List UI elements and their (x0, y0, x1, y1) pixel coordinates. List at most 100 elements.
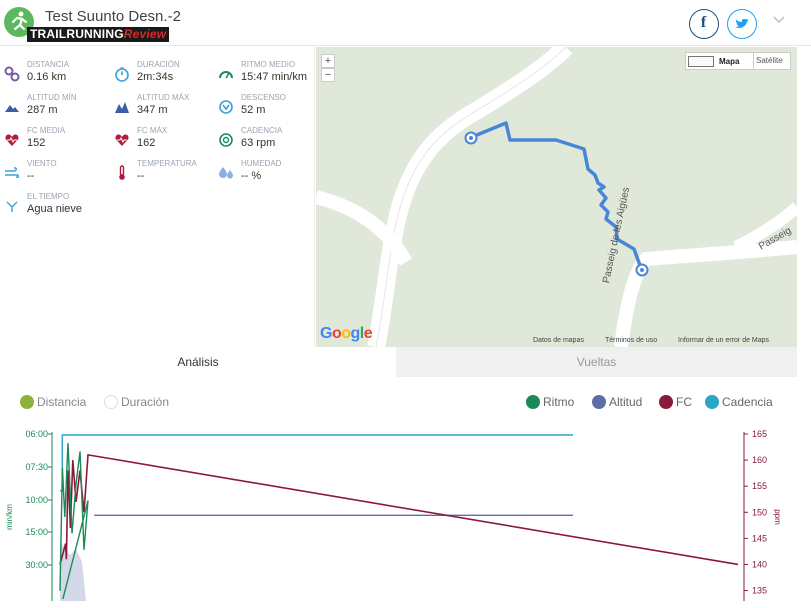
google-logo-letter: e (363, 325, 373, 342)
google-logo-letter: g (350, 325, 361, 342)
stat-label: DISTANCIA (27, 60, 70, 69)
logo-accent: Review (123, 27, 167, 41)
road-passeig (614, 240, 797, 347)
stat-label: ALTITUD MÁX (137, 93, 190, 102)
stat-value: 287 m (27, 104, 58, 116)
stat-weather-snow: EL TIEMPO Agua nieve (0, 192, 105, 222)
left-tick-label: 15:00 (25, 527, 48, 537)
map-type-map[interactable]: Mapa (719, 57, 739, 66)
stat-value: Agua nieve (27, 203, 83, 215)
left-tick-label: 06:00 (25, 429, 48, 439)
stat-mountain-high: ALTITUD MÁX 347 m (110, 93, 215, 123)
stat-label: FC MEDIA (27, 126, 66, 135)
pace-gauge-icon (219, 71, 233, 79)
wind-icon (5, 167, 20, 178)
route-start-dot (469, 136, 473, 140)
stat-heart-pulse: FC MÁX 162 (110, 126, 215, 156)
facebook-icon: f (700, 14, 707, 31)
analysis-panel: Distancia Duración Ritmo Altitud FC Cade… (0, 377, 797, 608)
stat-value: -- % (241, 170, 262, 182)
route-map[interactable]: + − Mapa Satélite Passeig de les Aigües … (316, 47, 797, 347)
mountain-high-icon (115, 102, 129, 113)
map-type-toggle[interactable] (688, 56, 714, 67)
left-tick-label: 07:30 (25, 462, 48, 472)
stats-panel: DISTANCIA 0.16 km DURACIÓN 2m:34s RITMO MEDI… (0, 47, 315, 347)
google-logo-letter: o (331, 325, 342, 342)
map-report-link[interactable]: Informar de un error de Maps (678, 337, 769, 344)
stat-value: 52 m (241, 104, 266, 116)
stat-value: 15:47 min/km (241, 71, 308, 83)
stat-distance: DISTANCIA 0.16 km (0, 60, 105, 90)
right-tick-label: 155 (752, 481, 767, 491)
left-tick-label: 10:00 (25, 495, 48, 505)
stat-label: RITMO MEDIO (241, 60, 296, 69)
logo-main: TRAILRUNNING (30, 27, 124, 41)
tab-vueltas[interactable]: Vueltas (396, 347, 797, 377)
activity-title: Test Suunto Desn.-2 (45, 8, 181, 25)
right-tick-label: 145 (752, 533, 767, 543)
tab-analisis[interactable]: Análisis (0, 347, 396, 377)
zoom-in-button[interactable]: + (321, 54, 335, 68)
stat-value: 152 (27, 137, 46, 149)
left-axis-label: min/km (5, 504, 14, 530)
stat-label: DURACIÓN (137, 60, 180, 69)
right-tick-label: 135 (752, 586, 767, 596)
road-curve (367, 47, 573, 347)
stat-thermometer: TEMPERATURA -- (110, 159, 215, 189)
stat-pace-gauge: RITMO MEDIO 15:47 min/km (214, 60, 319, 90)
stat-wind: VIENTO -- (0, 159, 105, 189)
right-tick-label: 160 (752, 455, 767, 465)
analysis-tabs: Análisis Vueltas (0, 347, 797, 377)
stat-label: HUMEDAD (241, 159, 282, 168)
stat-value: 2m:34s (137, 71, 174, 83)
map-type-control: Mapa Satélite (685, 52, 791, 70)
google-logo-letter: o (341, 325, 351, 342)
analysis-chart: 06:00 07:30 10:00 15:00 30:00 min/km 165 160 155… (5, 429, 782, 601)
chevron-down-icon[interactable] (772, 15, 786, 25)
map-data-link[interactable]: Datos de mapas (533, 337, 584, 344)
distance-icon (4, 66, 20, 82)
left-tick-label: 30:00 (25, 560, 48, 570)
humidity-icon (219, 167, 233, 179)
twitter-share-button[interactable] (727, 9, 757, 39)
stat-value: 162 (137, 137, 156, 149)
stat-humidity: HUMEDAD -- % (214, 159, 319, 189)
google-logo: Google (320, 325, 373, 343)
google-logo-letter: G (320, 325, 332, 342)
facebook-share-button[interactable]: f (689, 9, 719, 39)
right-tick-label: 165 (752, 429, 767, 439)
stat-heart: FC MEDIA 152 (0, 126, 105, 156)
trailrunning-logo: TRAILRUNNINGReview (27, 27, 170, 42)
right-tick-label: 140 (752, 559, 767, 569)
twitter-icon (735, 18, 749, 28)
stat-label: ALTITUD MÍN (27, 93, 77, 102)
stat-label: FC MÁX (137, 126, 168, 135)
stat-label: TEMPERATURA (137, 159, 197, 168)
map-canvas[interactable] (316, 47, 797, 347)
zoom-out-button[interactable]: − (321, 68, 335, 82)
mountain-low-icon (5, 105, 19, 112)
route-end-dot (640, 268, 644, 272)
stat-cadence: CADENCIA 63 rpm (214, 126, 319, 156)
stat-value: -- (27, 170, 35, 182)
thermometer-icon (119, 165, 125, 180)
stat-value: 63 rpm (241, 137, 276, 149)
stopwatch-icon (115, 67, 129, 82)
stat-descent: DESCENSO 52 m (214, 93, 319, 123)
stat-label: EL TIEMPO (27, 192, 70, 201)
map-type-satellite[interactable]: Satélite (753, 53, 783, 69)
stat-mountain-low: ALTITUD MÍN 287 m (0, 93, 105, 123)
stat-label: VIENTO (27, 159, 57, 168)
stat-label: DESCENSO (241, 93, 286, 102)
cadence-icon (219, 133, 233, 147)
stat-value: -- (137, 170, 145, 182)
series-line-fc (59, 453, 739, 566)
stat-value: 347 m (137, 104, 168, 116)
map-terms-link[interactable]: Términos de uso (605, 337, 657, 344)
right-tick-label: 150 (752, 507, 767, 517)
header: Test Suunto Desn.-2 TRAILRUNNINGReview f (0, 0, 811, 46)
heart-icon (5, 134, 19, 146)
right-axis-label: ppm (773, 509, 782, 525)
stat-stopwatch: DURACIÓN 2m:34s (110, 60, 215, 90)
heart-pulse-icon (115, 134, 129, 146)
